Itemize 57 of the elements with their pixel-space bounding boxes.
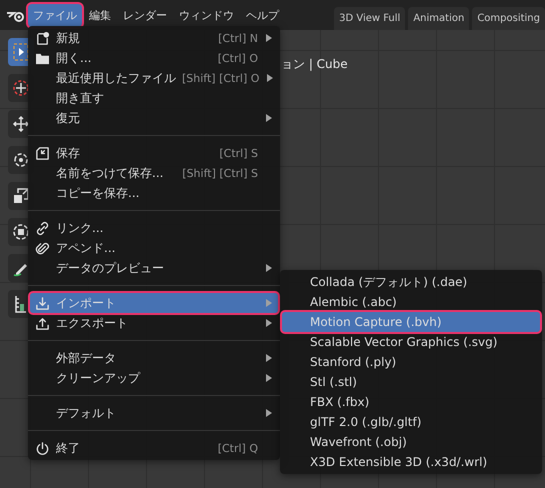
menu-item[interactable]: 外部データ [30,348,278,368]
rotate-icon [12,151,30,169]
menu-item[interactable]: インポート [30,293,278,313]
menu-item[interactable]: 保存 [Ctrl] S [30,143,278,163]
menu-item[interactable]: 開き直す [30,88,278,108]
link-icon [34,220,50,236]
shortcut-label: [Shift] [Ctrl] O [182,72,260,84]
menu-bar-item[interactable]: ファイル [28,4,82,26]
shortcut-label: [Ctrl] S [219,146,258,160]
menu-item[interactable]: 名前をつけて保存... [Shift] [Ctrl] S [30,163,278,183]
shortcut-label: [Ctrl] O [218,52,258,64]
menu-item[interactable]: 復元 [30,108,278,128]
menu-item[interactable]: X3D Extensible 3D (.x3d/.wrl) [282,452,540,472]
cursor-icon [12,79,30,97]
menu-item[interactable]: Motion Capture (.bvh) [282,312,540,332]
transform-icon [12,223,30,241]
menu-item[interactable]: リンク... [30,218,278,238]
workspace-tab[interactable]: Animation [408,7,470,30]
workspace-tab[interactable]: 3D View Full [334,7,406,30]
menu-item[interactable]: Collada (デフォルト) (.dae) [282,272,540,292]
menu-item[interactable]: エクスポート [30,313,278,333]
viewport-info-text: ョン | Cube [281,56,348,73]
paperclip-icon [34,240,50,256]
save-icon [34,146,50,160]
menu-item[interactable]: Stl (.stl) [282,372,540,392]
new-file-icon [34,30,50,46]
menu-item[interactable]: Alembic (.abc) [282,292,540,312]
menu-bar-item[interactable]: ウィンドウ [174,4,239,26]
menu-bar-item[interactable]: ヘルプ [241,4,284,26]
menu-item[interactable]: FBX (.fbx) [282,392,540,412]
menu-item[interactable]: クリーンアップ [30,368,278,388]
menu-item[interactable]: コピーを保存... [30,183,278,203]
select-box-icon [13,43,29,61]
menu-item[interactable]: glTF 2.0 (.glb/.gltf) [282,412,540,432]
menu-item[interactable]: アペンド... [30,238,278,258]
menu-item[interactable]: 開く... [Ctrl] O [30,48,278,68]
menu-bar-item[interactable]: 編集 [84,4,116,26]
menu-item[interactable]: Wavefront (.obj) [282,432,540,452]
power-icon [34,440,50,456]
move-icon [12,115,30,133]
folder-icon [34,52,50,64]
shortcut-label: [Ctrl] N [218,32,258,44]
export-icon [34,316,50,330]
ruler-icon [14,295,28,313]
menu-item[interactable]: Scalable Vector Graphics (.svg) [282,332,540,352]
import-icon [34,296,50,310]
menu-item[interactable]: デフォルト [30,403,278,423]
menu-item[interactable]: Stanford (.ply) [282,352,540,372]
workspace-tab[interactable]: Compositing [472,7,545,30]
menu-item[interactable]: 最近使用したファイル [Shift] [Ctrl] O [30,68,278,88]
shortcut-label: [Ctrl] Q [218,442,258,454]
menu-item[interactable]: 終了 [Ctrl] Q [30,438,278,458]
menu-item[interactable]: 新規 [Ctrl] N [30,28,278,48]
scale-icon [12,187,30,205]
menu-bar-item[interactable]: レンダー [118,4,172,26]
shortcut-label: [Shift] [Ctrl] S [182,166,258,180]
menu-item[interactable]: データのプレビュー [30,258,278,278]
